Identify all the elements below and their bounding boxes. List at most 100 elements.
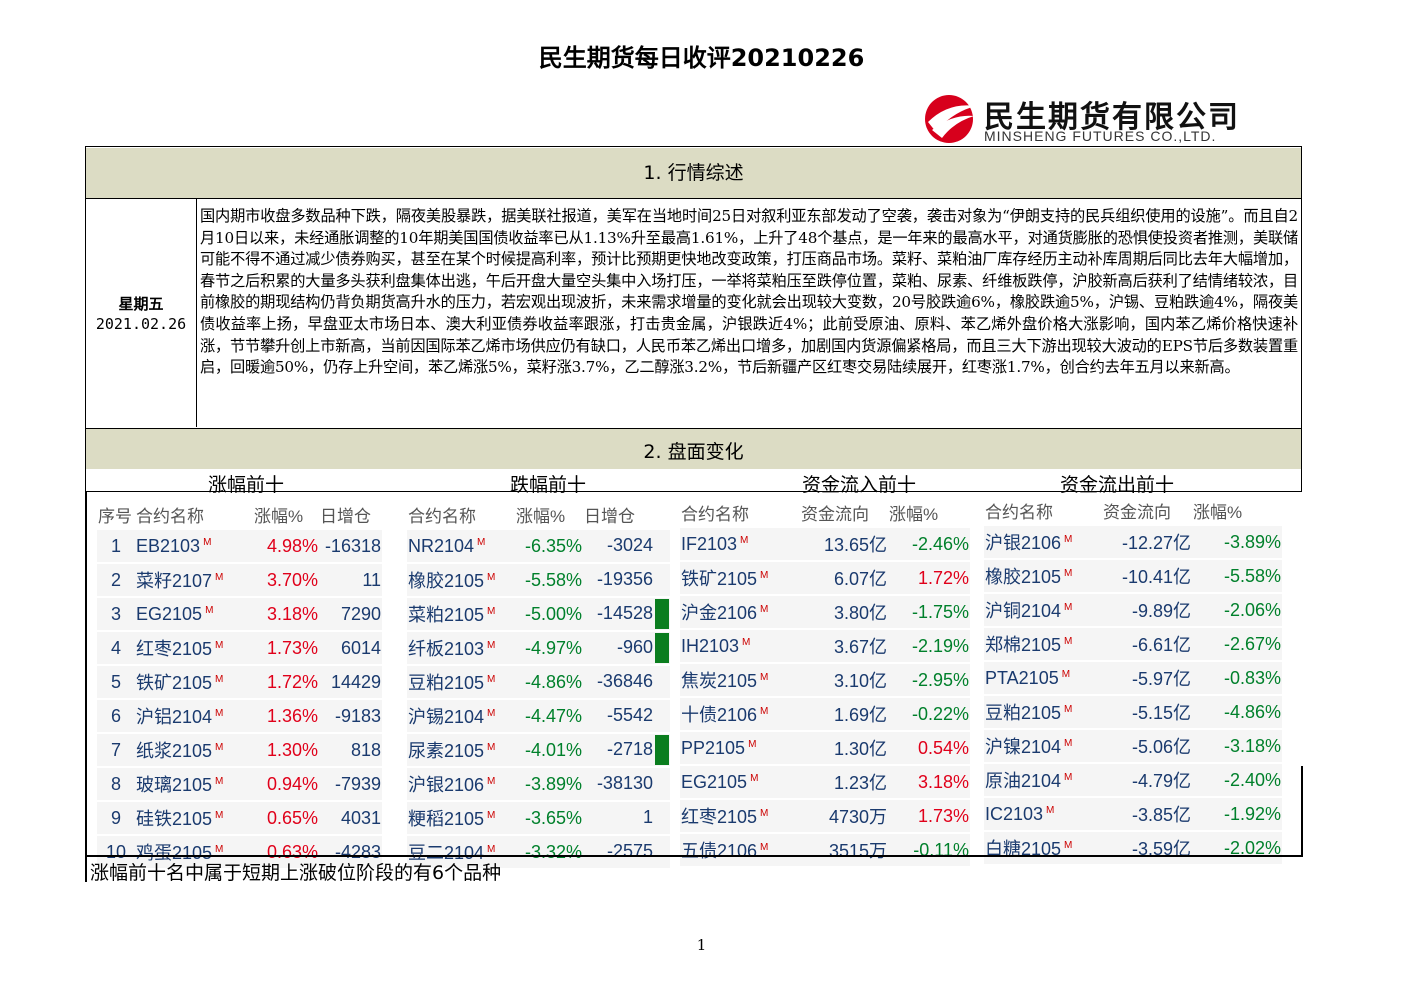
change-pct-text: 0.94% (266, 773, 318, 794)
capital-flow-text: -5.06亿 (1131, 737, 1191, 757)
col-header-change: 涨幅% (1192, 494, 1282, 526)
change-pct-text: 1.72% (917, 567, 969, 588)
main-contract-marker: M (487, 640, 496, 651)
open-interest-change-text: 11 (362, 569, 381, 590)
table-row: IC2103 M -3.85亿 -1.92% (984, 798, 1282, 832)
change-pct-text: -2.46% (911, 533, 969, 554)
col-header-contract: 合约名称 (680, 496, 800, 528)
change-pct-text: -4.86% (1223, 701, 1281, 722)
marker-spacer (655, 667, 669, 697)
change-pct-text: -2.19% (911, 635, 969, 656)
change-pct: -5.58% (515, 564, 583, 598)
capital-flow-text: -9.89亿 (1131, 601, 1191, 621)
change-pct: -2.06% (1192, 594, 1282, 628)
capital-flow: 1.23亿 (800, 766, 888, 800)
row-index: 7 (97, 734, 135, 768)
table-row: 豆粕2105 M -4.86% -36846 (407, 666, 670, 700)
open-interest-change-text: 1 (642, 806, 653, 827)
contract-name-text: 菜粕2105 (408, 605, 485, 625)
inflow-table: 合约名称 资金流向 涨幅% IF2103 M 13.65亿 -2.46% 铁矿2105 M… (680, 496, 970, 868)
open-interest-change-text: -38130 (596, 772, 653, 793)
open-interest-change-text: 4031 (340, 807, 381, 828)
main-contract-marker: M (215, 572, 224, 583)
change-pct: -2.40% (1192, 764, 1282, 798)
main-contract-marker: M (487, 810, 496, 821)
change-pct-text: -5.58% (524, 569, 582, 590)
contract-name: 郑棉2105 M (984, 628, 1102, 662)
contract-name-text: 沪镍2104 (985, 737, 1062, 757)
table-row: 郑棉2105 M -6.61亿 -2.67% (984, 628, 1282, 662)
contract-name: 沪铝2104 M (135, 700, 253, 734)
contract-name-text: 十债2106 (681, 705, 758, 725)
contract-name: 五债2106 M (680, 834, 800, 868)
open-interest-change-text: -3024 (606, 534, 653, 555)
table-row: 菜粕2105 M -5.00% -14528 (407, 598, 670, 632)
col-header-flow: 资金流向 (1102, 494, 1192, 526)
col-header-change: 涨幅% (515, 498, 583, 530)
left-border-line (85, 492, 87, 882)
open-interest-change: -2718 (583, 734, 670, 768)
contract-name: 菜粕2105 M (407, 598, 515, 632)
main-contract-marker: M (215, 810, 224, 821)
change-pct-text: -0.11% (913, 839, 969, 860)
change-pct: -3.89% (515, 768, 583, 802)
open-interest-change: -19356 (583, 564, 670, 598)
table-row: 铁矿2105 M 6.07亿 1.72% (680, 562, 970, 596)
market-summary-text: 国内期市收盘多数品种下跌，隔夜美股暴跌，据美联社报道，美军在当地时间25日对叙利… (200, 207, 1298, 377)
main-contract-marker: M (487, 776, 496, 787)
outflow-heading: 资金流出前十 (1060, 474, 1175, 496)
change-pct: -5.00% (515, 598, 583, 632)
capital-flow: 1.30亿 (800, 732, 888, 766)
contract-name: 沪金2106 M (680, 596, 800, 630)
contract-name: 豆粕2105 M (984, 696, 1102, 730)
row-index-text: 3 (110, 603, 121, 624)
change-pct: -2.95% (888, 664, 970, 698)
contract-name-text: EG2105 (681, 771, 748, 792)
capital-flow-text: 6.07亿 (833, 569, 887, 589)
row-index: 9 (97, 802, 135, 836)
table-row: 沪锡2104 M -4.47% -5542 (407, 700, 670, 734)
change-pct: 0.54% (888, 732, 970, 766)
col-header-flow: 资金流向 (800, 496, 888, 528)
table-row: 沪金2106 M 3.80亿 -1.75% (680, 596, 970, 630)
contract-name-text: 尿素2105 (408, 741, 485, 761)
capital-flow-text: -5.97亿 (1131, 669, 1191, 689)
capital-flow: -5.06亿 (1102, 730, 1192, 764)
open-interest-change: 818 (319, 734, 382, 768)
table-row: PP2105 M 1.30亿 0.54% (680, 732, 970, 766)
capital-flow: 3.10亿 (800, 664, 888, 698)
main-contract-marker: M (203, 536, 212, 548)
contract-name: 橡胶2105 M (984, 560, 1102, 594)
change-pct: -3.18% (1192, 730, 1282, 764)
contract-name-text: NR2104 (408, 535, 475, 556)
capital-flow-text: -6.61亿 (1131, 635, 1191, 655)
change-pct-text: -1.75% (911, 601, 969, 622)
table-row: 2 菜籽2107 M 3.70% 11 (97, 564, 382, 598)
change-pct-text: -5.58% (1223, 565, 1281, 586)
open-interest-change: -3024 (583, 530, 670, 564)
change-pct: -4.47% (515, 700, 583, 734)
change-pct-text: -2.06% (1223, 599, 1281, 620)
change-pct-text: 1.30% (266, 739, 318, 760)
change-pct: -6.35% (515, 530, 583, 564)
contract-name-text: 沪银2106 (408, 775, 485, 795)
open-interest-change-text: -7939 (334, 773, 381, 794)
company-logo: 民生期货有限公司 MINSHENG FUTURES CO.,LTD. (922, 92, 1252, 147)
date-cell: 星期五 2021.02.26 (86, 199, 197, 427)
contract-name: 尿素2105 M (407, 734, 515, 768)
contract-name-text: 豆粕2105 (985, 703, 1062, 723)
contract-name-text: 粳稻2105 (408, 809, 485, 829)
open-interest-change-text: -14528 (596, 602, 653, 623)
capital-flow: 3515万 (800, 834, 888, 868)
table-row: 橡胶2105 M -5.58% -19356 (407, 564, 670, 598)
change-pct: -1.92% (1192, 798, 1282, 832)
contract-name-text: 沪银2106 (985, 533, 1062, 553)
open-interest-change: -5542 (583, 700, 670, 734)
gainers-table: 序号 合约名称 涨幅% 日增仓 1 EB2103 M 4.98% -16318 2 菜籽21… (97, 498, 382, 870)
capital-flow: -9.89亿 (1102, 594, 1192, 628)
main-contract-marker: M (1064, 840, 1073, 851)
contract-name: 豆粕2105 M (407, 666, 515, 700)
change-pct-text: -6.35% (524, 535, 582, 556)
contract-name: PP2105 M (680, 732, 800, 766)
contract-name-text: 纤板2103 (408, 639, 485, 659)
